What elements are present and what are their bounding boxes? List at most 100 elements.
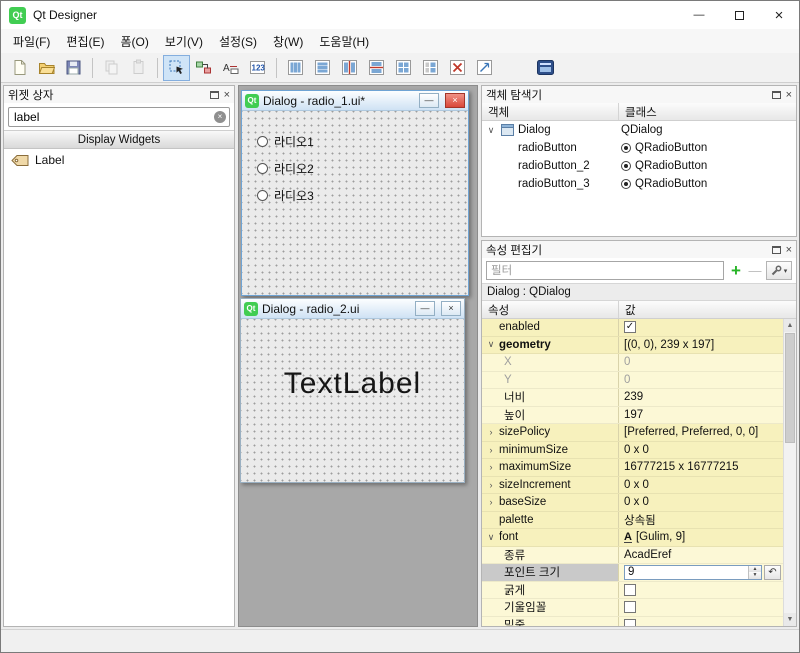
- checkbox-checked[interactable]: ✓: [624, 321, 636, 334]
- checkbox-unchecked[interactable]: [624, 583, 636, 596]
- property-editor-titlebar[interactable]: 속성 편집기 ×: [482, 241, 796, 258]
- property-row-font[interactable]: ∨ font A [Gulim, 9]: [482, 529, 783, 547]
- property-row-sizepolicy[interactable]: › sizePolicy [Preferred, Preferred, 0, 0]: [482, 424, 783, 442]
- column-class[interactable]: 클래스: [619, 104, 657, 120]
- menu-edit[interactable]: 편집(E): [58, 30, 112, 53]
- property-row-width[interactable]: 너비 239: [482, 389, 783, 407]
- layout-splitter-vertical-button[interactable]: [363, 55, 390, 81]
- expander-icon[interactable]: ›: [485, 480, 497, 490]
- property-row-bold[interactable]: 굵게: [482, 581, 783, 599]
- maximize-button[interactable]: [719, 1, 759, 29]
- secondary-toolbar-button[interactable]: [532, 55, 559, 81]
- radio-button-3[interactable]: 라디오3: [257, 187, 314, 204]
- inspector-row-radiobutton[interactable]: radioButton QRadioButton: [482, 139, 796, 157]
- form-canvas-radio2[interactable]: TextLabel: [241, 319, 464, 482]
- edit-signals-slots-button[interactable]: [190, 55, 217, 81]
- edit-widgets-button[interactable]: [163, 54, 190, 81]
- expander-icon[interactable]: ›: [485, 427, 497, 437]
- layout-grid-button[interactable]: [390, 55, 417, 81]
- expander-icon[interactable]: ›: [485, 462, 497, 472]
- dock-close-icon[interactable]: ×: [786, 244, 792, 255]
- property-row-geometry[interactable]: ∨ geometry [(0, 0), 239 x 197]: [482, 336, 783, 354]
- property-row-italic[interactable]: 기울임꼴: [482, 599, 783, 617]
- expander-icon[interactable]: ›: [485, 445, 497, 455]
- radio-button-2[interactable]: 라디오2: [257, 160, 314, 177]
- dock-close-icon[interactable]: ×: [786, 89, 792, 100]
- form-canvas-radio1[interactable]: 라디오1 라디오2 라디오3: [242, 111, 468, 295]
- menu-settings[interactable]: 설정(S): [211, 30, 265, 53]
- widget-filter-input[interactable]: [8, 107, 230, 127]
- minimize-button[interactable]: —: [679, 1, 719, 29]
- expander-icon[interactable]: ∨: [485, 125, 497, 136]
- checkbox-unchecked[interactable]: [624, 618, 636, 626]
- inspector-row-dialog[interactable]: ∨ Dialog QDialog: [482, 121, 796, 139]
- column-property[interactable]: 속성: [482, 301, 619, 318]
- scroll-down-icon[interactable]: ▼: [784, 613, 796, 626]
- radio-button-1[interactable]: 라디오1: [257, 133, 314, 150]
- menu-view[interactable]: 보기(V): [157, 30, 211, 53]
- expander-icon[interactable]: ∨: [485, 532, 497, 543]
- text-label-widget[interactable]: TextLabel: [241, 367, 464, 401]
- property-scrollbar[interactable]: ▲ ▼: [783, 319, 796, 626]
- adjust-size-button[interactable]: [471, 55, 498, 81]
- reset-property-button[interactable]: ↶: [764, 564, 781, 580]
- configure-property-editor-button[interactable]: ▾: [766, 261, 792, 280]
- menu-help[interactable]: 도움말(H): [311, 30, 377, 53]
- clear-search-icon[interactable]: ×: [214, 111, 226, 123]
- property-row-basesize[interactable]: › baseSize 0 x 0: [482, 494, 783, 512]
- property-row-height[interactable]: 높이 197: [482, 406, 783, 424]
- layout-splitter-horizontal-button[interactable]: [336, 55, 363, 81]
- form-minimize-button[interactable]: —: [415, 301, 435, 316]
- widget-item-label[interactable]: Label: [4, 149, 234, 171]
- property-row-underline[interactable]: 밑줄: [482, 616, 783, 626]
- property-row-x[interactable]: X 0: [482, 354, 783, 372]
- column-object[interactable]: 객체: [482, 103, 619, 120]
- dock-float-icon[interactable]: [209, 90, 219, 99]
- spin-down-icon[interactable]: ▼: [749, 572, 761, 579]
- property-row-palette[interactable]: palette 상속됨: [482, 511, 783, 529]
- scroll-up-icon[interactable]: ▲: [784, 319, 796, 332]
- form-minimize-button[interactable]: —: [419, 93, 439, 108]
- inspector-row-radiobutton-2[interactable]: radioButton_2 QRadioButton: [482, 157, 796, 175]
- form-window-radio1-titlebar[interactable]: Qt Dialog - radio_1.ui* — ×: [242, 91, 468, 111]
- property-row-y[interactable]: Y 0: [482, 371, 783, 389]
- expander-icon[interactable]: ∨: [485, 339, 497, 350]
- inspector-row-radiobutton-3[interactable]: radioButton_3 QRadioButton: [482, 175, 796, 193]
- menu-window[interactable]: 창(W): [265, 30, 311, 53]
- toolbar-disabled-button-1[interactable]: [98, 55, 125, 81]
- new-form-button[interactable]: [6, 55, 33, 81]
- column-value[interactable]: 값: [619, 302, 636, 318]
- add-dynamic-property-button[interactable]: +: [728, 262, 744, 279]
- title-bar[interactable]: Qt Qt Designer — ×: [1, 1, 799, 29]
- save-form-button[interactable]: [60, 55, 87, 81]
- checkbox-unchecked[interactable]: [624, 601, 636, 614]
- property-row-enabled[interactable]: enabled ✓: [482, 319, 783, 337]
- dock-float-icon[interactable]: [771, 90, 781, 99]
- property-row-maximumsize[interactable]: › maximumSize 16777215 x 16777215: [482, 459, 783, 477]
- property-row-font-family[interactable]: 종류 AcadEref: [482, 546, 783, 564]
- layout-horizontal-button[interactable]: [282, 55, 309, 81]
- remove-dynamic-property-button[interactable]: —: [748, 263, 762, 278]
- property-filter-input[interactable]: [486, 261, 724, 280]
- category-display-widgets[interactable]: Display Widgets: [4, 130, 234, 149]
- layout-form-button[interactable]: [417, 55, 444, 81]
- close-button[interactable]: ×: [759, 1, 799, 29]
- edit-tab-order-button[interactable]: 123: [244, 55, 271, 81]
- property-row-point-size[interactable]: 포인트 크기 9 ▲ ▼ ↶: [482, 564, 783, 582]
- form-window-radio2[interactable]: Qt Dialog - radio_2.ui — × TextLabel: [240, 298, 465, 483]
- menu-file[interactable]: 파일(F): [5, 30, 58, 53]
- open-form-button[interactable]: [33, 55, 60, 81]
- expander-icon[interactable]: ›: [485, 497, 497, 507]
- object-inspector-titlebar[interactable]: 객체 탐색기 ×: [482, 86, 796, 103]
- property-row-sizeincrement[interactable]: › sizeIncrement 0 x 0: [482, 476, 783, 494]
- point-size-spinbox[interactable]: 9 ▲ ▼: [624, 564, 762, 580]
- form-close-button[interactable]: ×: [441, 301, 461, 316]
- property-row-minimumsize[interactable]: › minimumSize 0 x 0: [482, 441, 783, 459]
- dock-close-icon[interactable]: ×: [224, 89, 230, 100]
- form-close-button[interactable]: ×: [445, 93, 465, 108]
- toolbar-disabled-button-2[interactable]: [125, 55, 152, 81]
- edit-buddies-button[interactable]: A: [217, 55, 244, 81]
- form-window-radio2-titlebar[interactable]: Qt Dialog - radio_2.ui — ×: [241, 299, 464, 319]
- layout-vertical-button[interactable]: [309, 55, 336, 81]
- menu-form[interactable]: 폼(O): [112, 30, 156, 53]
